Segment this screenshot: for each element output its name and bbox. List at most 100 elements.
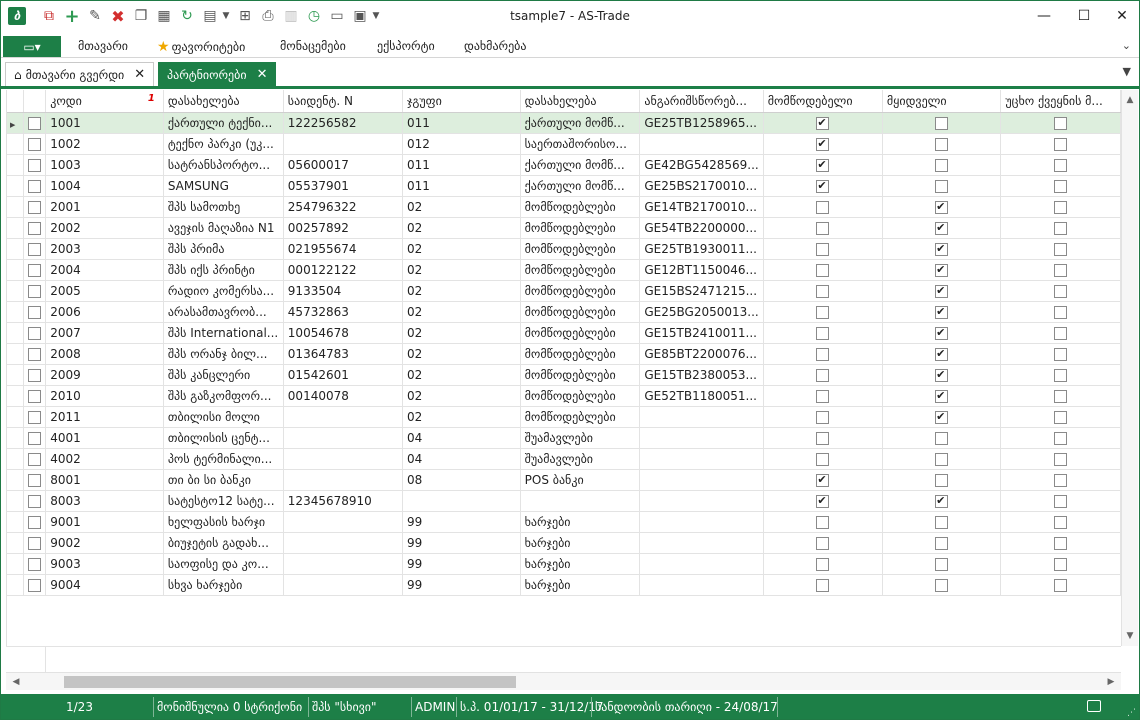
cell-supplier[interactable] bbox=[763, 112, 883, 134]
buyer-checkbox[interactable] bbox=[935, 158, 949, 172]
cell-buyer[interactable] bbox=[882, 175, 1002, 197]
cell-supplier[interactable] bbox=[763, 175, 883, 197]
table-row[interactable]: 8001 თი ბი სი ბანკი 08 POS ბანკი bbox=[7, 469, 1121, 491]
cell-id[interactable] bbox=[283, 133, 403, 155]
cell-foreign[interactable] bbox=[1000, 112, 1121, 134]
row-select-checkbox[interactable] bbox=[28, 116, 42, 130]
cell-group-name[interactable]: მომწოდებლები bbox=[520, 196, 641, 218]
cell-account[interactable] bbox=[639, 427, 764, 449]
cell-account[interactable] bbox=[639, 532, 764, 554]
cell-supplier[interactable] bbox=[763, 511, 883, 533]
cell-buyer[interactable] bbox=[882, 427, 1002, 449]
row-select-cell[interactable] bbox=[23, 448, 47, 470]
row-select-checkbox[interactable] bbox=[28, 536, 42, 550]
cell-id[interactable]: 12345678910 bbox=[283, 490, 403, 512]
cell-account[interactable]: GE14TB2170010... bbox=[639, 196, 764, 218]
supplier-checkbox[interactable] bbox=[816, 178, 830, 194]
cell-name[interactable]: შპს პრიმა bbox=[163, 238, 284, 260]
supplier-checkbox[interactable] bbox=[816, 452, 830, 466]
table-row[interactable]: ▶ 1001 ქართული ტექნი... 122256582 011 ქართული… bbox=[7, 112, 1121, 134]
cell-group-name[interactable]: ხარჯები bbox=[520, 553, 641, 575]
foreign-checkbox[interactable] bbox=[1054, 368, 1068, 382]
foreign-checkbox[interactable] bbox=[1054, 305, 1068, 319]
cell-name[interactable]: არასამთავრობ... bbox=[163, 301, 284, 323]
vertical-scrollbar[interactable]: ▲ ▼ bbox=[1121, 90, 1138, 646]
cell-foreign[interactable] bbox=[1000, 301, 1121, 323]
cell-group-name[interactable]: ხარჯები bbox=[520, 574, 641, 596]
cell-account[interactable] bbox=[639, 511, 764, 533]
row-select-checkbox[interactable] bbox=[28, 515, 42, 529]
supplier-checkbox[interactable] bbox=[816, 431, 830, 445]
cell-code[interactable]: 2001 bbox=[45, 196, 164, 218]
foreign-checkbox[interactable] bbox=[1054, 242, 1068, 256]
cell-foreign[interactable] bbox=[1000, 280, 1121, 302]
cell-account[interactable]: GE85BT2200076... bbox=[639, 343, 764, 365]
cell-foreign[interactable] bbox=[1000, 385, 1121, 407]
row-select-cell[interactable] bbox=[23, 238, 47, 260]
cell-id[interactable]: 05537901 bbox=[283, 175, 403, 197]
cell-foreign[interactable] bbox=[1000, 532, 1121, 554]
cell-account[interactable]: GE25BG2050013... bbox=[639, 301, 764, 323]
supplier-checkbox[interactable] bbox=[816, 305, 830, 319]
cell-foreign[interactable] bbox=[1000, 553, 1121, 575]
cell-group-name[interactable]: ხარჯები bbox=[520, 511, 641, 533]
cell-code[interactable]: 9001 bbox=[45, 511, 164, 533]
column-header-buyer[interactable]: მყიდველი bbox=[882, 90, 1002, 113]
row-select-checkbox[interactable] bbox=[28, 578, 42, 592]
cell-group-name[interactable]: საერთაშორისო... bbox=[520, 133, 641, 155]
row-select-cell[interactable] bbox=[23, 301, 47, 323]
cell-code[interactable]: 4001 bbox=[45, 427, 164, 449]
cell-group[interactable]: 02 bbox=[402, 322, 521, 344]
cell-supplier[interactable] bbox=[763, 217, 883, 239]
table-row[interactable]: 2004 შპს იქს პრინტი 000122122 02 მომწოდებლებ… bbox=[7, 259, 1121, 281]
cell-code[interactable]: 9002 bbox=[45, 532, 164, 554]
supplier-checkbox[interactable] bbox=[816, 242, 830, 256]
cell-group-name[interactable]: მომწოდებლები bbox=[520, 385, 641, 407]
chevron-down-icon[interactable]: ⌄ bbox=[1122, 39, 1131, 52]
cell-id[interactable] bbox=[283, 427, 403, 449]
supplier-checkbox[interactable] bbox=[816, 200, 830, 214]
cell-id[interactable] bbox=[283, 469, 403, 491]
cell-group[interactable] bbox=[402, 490, 521, 512]
cell-account[interactable] bbox=[639, 574, 764, 596]
column-header-name[interactable]: დასახელება bbox=[163, 90, 284, 113]
cell-account[interactable]: GE54TB2200000... bbox=[639, 217, 764, 239]
foreign-checkbox[interactable] bbox=[1054, 431, 1068, 445]
cell-account[interactable]: GE52TB1180051... bbox=[639, 385, 764, 407]
foreign-checkbox[interactable] bbox=[1054, 557, 1068, 571]
cell-account[interactable]: GE25TB1930011... bbox=[639, 238, 764, 260]
cell-account[interactable]: GE15TB2410011... bbox=[639, 322, 764, 344]
cell-foreign[interactable] bbox=[1000, 343, 1121, 365]
cell-name[interactable]: სხვა ხარჯები bbox=[163, 574, 284, 596]
scroll-down-icon[interactable]: ▼ bbox=[1122, 628, 1138, 644]
cell-group[interactable]: 02 bbox=[402, 364, 521, 386]
row-select-checkbox[interactable] bbox=[28, 410, 42, 424]
foreign-checkbox[interactable] bbox=[1054, 200, 1068, 214]
cell-supplier[interactable] bbox=[763, 469, 883, 491]
cell-buyer[interactable] bbox=[882, 238, 1002, 260]
supplier-checkbox[interactable] bbox=[816, 493, 830, 509]
cell-group[interactable]: 99 bbox=[402, 532, 521, 554]
cell-foreign[interactable] bbox=[1000, 364, 1121, 386]
cell-supplier[interactable] bbox=[763, 364, 883, 386]
supplier-checkbox[interactable] bbox=[816, 326, 830, 340]
foreign-checkbox[interactable] bbox=[1054, 578, 1068, 592]
foreign-checkbox[interactable] bbox=[1054, 515, 1068, 529]
cell-account[interactable] bbox=[639, 553, 764, 575]
chat-icon[interactable] bbox=[1087, 700, 1101, 712]
row-select-checkbox[interactable] bbox=[28, 137, 42, 151]
cell-group-name[interactable]: შუამავლები bbox=[520, 427, 641, 449]
buyer-checkbox[interactable] bbox=[935, 515, 949, 529]
cell-buyer[interactable] bbox=[882, 301, 1002, 323]
cell-buyer[interactable] bbox=[882, 133, 1002, 155]
cell-name[interactable]: თი ბი სი ბანკი bbox=[163, 469, 284, 491]
cell-group-name[interactable]: ქართული მომწ... bbox=[520, 154, 641, 176]
maximize-icon[interactable]: ☐ bbox=[1073, 5, 1095, 27]
table-row[interactable]: 2006 არასამთავრობ... 45732863 02 მომწოდებლებ… bbox=[7, 301, 1121, 323]
cell-id[interactable]: 05600017 bbox=[283, 154, 403, 176]
supplier-checkbox[interactable] bbox=[816, 263, 830, 277]
cell-name[interactable]: შპს International... bbox=[163, 322, 284, 344]
cell-code[interactable]: 2005 bbox=[45, 280, 164, 302]
menu-item-main[interactable]: მთავარი bbox=[78, 39, 128, 53]
supplier-checkbox[interactable] bbox=[816, 389, 830, 403]
